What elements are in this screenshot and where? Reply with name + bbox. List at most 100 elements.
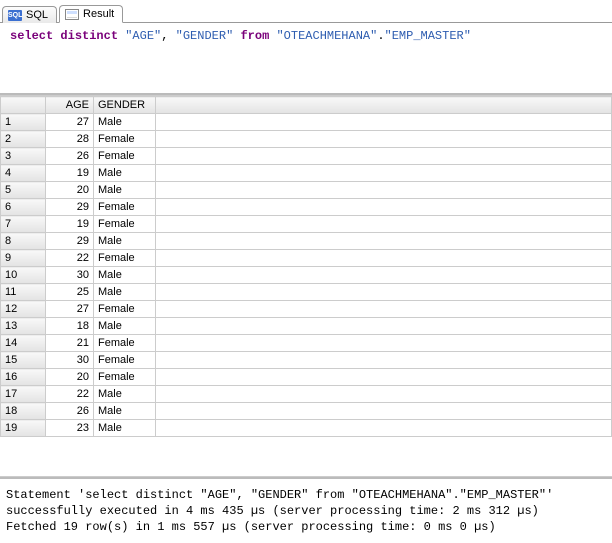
- result-grid-container: AGE GENDER 127Male228Female326Female419M…: [0, 95, 612, 477]
- row-number-cell[interactable]: 7: [1, 216, 46, 233]
- column-header-gender[interactable]: GENDER: [94, 97, 156, 114]
- cell-age[interactable]: 28: [46, 131, 94, 148]
- cell-gender[interactable]: Female: [94, 148, 156, 165]
- cell-gender[interactable]: Male: [94, 403, 156, 420]
- table-row[interactable]: 1227Female: [1, 301, 612, 318]
- cell-gender[interactable]: Female: [94, 216, 156, 233]
- cell-empty: [156, 250, 612, 267]
- table-row[interactable]: 1722Male: [1, 386, 612, 403]
- table-row[interactable]: 829Male: [1, 233, 612, 250]
- tab-result[interactable]: Result: [59, 5, 123, 23]
- table-row[interactable]: 326Female: [1, 148, 612, 165]
- table-row[interactable]: 127Male: [1, 114, 612, 131]
- table-row[interactable]: 1923Male: [1, 420, 612, 437]
- row-number-cell[interactable]: 6: [1, 199, 46, 216]
- result-grid[interactable]: AGE GENDER 127Male228Female326Female419M…: [0, 96, 612, 437]
- cell-age[interactable]: 30: [46, 352, 94, 369]
- cell-gender[interactable]: Male: [94, 114, 156, 131]
- cell-age[interactable]: 20: [46, 369, 94, 386]
- cell-gender[interactable]: Male: [94, 318, 156, 335]
- tab-result-label: Result: [83, 8, 114, 20]
- cell-empty: [156, 216, 612, 233]
- row-number-cell[interactable]: 10: [1, 267, 46, 284]
- row-number-cell[interactable]: 14: [1, 335, 46, 352]
- table-row[interactable]: 419Male: [1, 165, 612, 182]
- cell-empty: [156, 165, 612, 182]
- table-row[interactable]: 1530Female: [1, 352, 612, 369]
- table-row[interactable]: 1030Male: [1, 267, 612, 284]
- sql-icon: SQL: [8, 10, 22, 21]
- column-header-age[interactable]: AGE: [46, 97, 94, 114]
- cell-age[interactable]: 25: [46, 284, 94, 301]
- cell-age[interactable]: 21: [46, 335, 94, 352]
- result-grid-icon: [65, 9, 79, 20]
- table-row[interactable]: 228Female: [1, 131, 612, 148]
- row-number-cell[interactable]: 17: [1, 386, 46, 403]
- cell-empty: [156, 131, 612, 148]
- cell-age[interactable]: 22: [46, 250, 94, 267]
- cell-age[interactable]: 27: [46, 114, 94, 131]
- row-number-cell[interactable]: 15: [1, 352, 46, 369]
- cell-gender[interactable]: Female: [94, 131, 156, 148]
- cell-age[interactable]: 30: [46, 267, 94, 284]
- cell-age[interactable]: 26: [46, 403, 94, 420]
- cell-age[interactable]: 20: [46, 182, 94, 199]
- row-number-cell[interactable]: 2: [1, 131, 46, 148]
- table-row[interactable]: 1421Female: [1, 335, 612, 352]
- tab-sql[interactable]: SQL SQL: [2, 6, 57, 23]
- cell-gender[interactable]: Female: [94, 250, 156, 267]
- row-number-cell[interactable]: 8: [1, 233, 46, 250]
- table-row[interactable]: 1318Male: [1, 318, 612, 335]
- row-number-cell[interactable]: 1: [1, 114, 46, 131]
- cell-age[interactable]: 29: [46, 233, 94, 250]
- cell-empty: [156, 352, 612, 369]
- table-row[interactable]: 1620Female: [1, 369, 612, 386]
- table-row[interactable]: 1125Male: [1, 284, 612, 301]
- row-number-cell[interactable]: 9: [1, 250, 46, 267]
- cell-empty: [156, 369, 612, 386]
- cell-gender[interactable]: Female: [94, 352, 156, 369]
- row-number-cell[interactable]: 18: [1, 403, 46, 420]
- table-row[interactable]: 520Male: [1, 182, 612, 199]
- cell-age[interactable]: 29: [46, 199, 94, 216]
- cell-age[interactable]: 18: [46, 318, 94, 335]
- cell-gender[interactable]: Male: [94, 267, 156, 284]
- cell-gender[interactable]: Female: [94, 369, 156, 386]
- sql-identifier: "OTEACHMEHANA": [276, 29, 377, 43]
- table-row[interactable]: 629Female: [1, 199, 612, 216]
- cell-gender[interactable]: Male: [94, 420, 156, 437]
- sql-keyword: from: [240, 29, 269, 43]
- cell-empty: [156, 318, 612, 335]
- tab-sql-label: SQL: [26, 9, 48, 21]
- cell-gender[interactable]: Male: [94, 233, 156, 250]
- cell-gender[interactable]: Female: [94, 301, 156, 318]
- cell-gender[interactable]: Female: [94, 335, 156, 352]
- cell-age[interactable]: 19: [46, 216, 94, 233]
- column-header-empty: [156, 97, 612, 114]
- grid-corner-cell[interactable]: [1, 97, 46, 114]
- cell-age[interactable]: 19: [46, 165, 94, 182]
- row-number-cell[interactable]: 4: [1, 165, 46, 182]
- sql-editor[interactable]: select distinct "AGE", "GENDER" from "OT…: [0, 23, 612, 95]
- row-number-cell[interactable]: 5: [1, 182, 46, 199]
- cell-gender[interactable]: Male: [94, 386, 156, 403]
- cell-age[interactable]: 26: [46, 148, 94, 165]
- cell-age[interactable]: 27: [46, 301, 94, 318]
- row-number-cell[interactable]: 11: [1, 284, 46, 301]
- row-number-cell[interactable]: 16: [1, 369, 46, 386]
- cell-age[interactable]: 22: [46, 386, 94, 403]
- table-row[interactable]: 1826Male: [1, 403, 612, 420]
- row-number-cell[interactable]: 12: [1, 301, 46, 318]
- table-row[interactable]: 922Female: [1, 250, 612, 267]
- cell-gender[interactable]: Male: [94, 182, 156, 199]
- cell-empty: [156, 335, 612, 352]
- row-number-cell[interactable]: 19: [1, 420, 46, 437]
- sql-keyword: select: [10, 29, 53, 43]
- cell-gender[interactable]: Female: [94, 199, 156, 216]
- row-number-cell[interactable]: 13: [1, 318, 46, 335]
- table-row[interactable]: 719Female: [1, 216, 612, 233]
- cell-gender[interactable]: Male: [94, 165, 156, 182]
- cell-age[interactable]: 23: [46, 420, 94, 437]
- cell-gender[interactable]: Male: [94, 284, 156, 301]
- row-number-cell[interactable]: 3: [1, 148, 46, 165]
